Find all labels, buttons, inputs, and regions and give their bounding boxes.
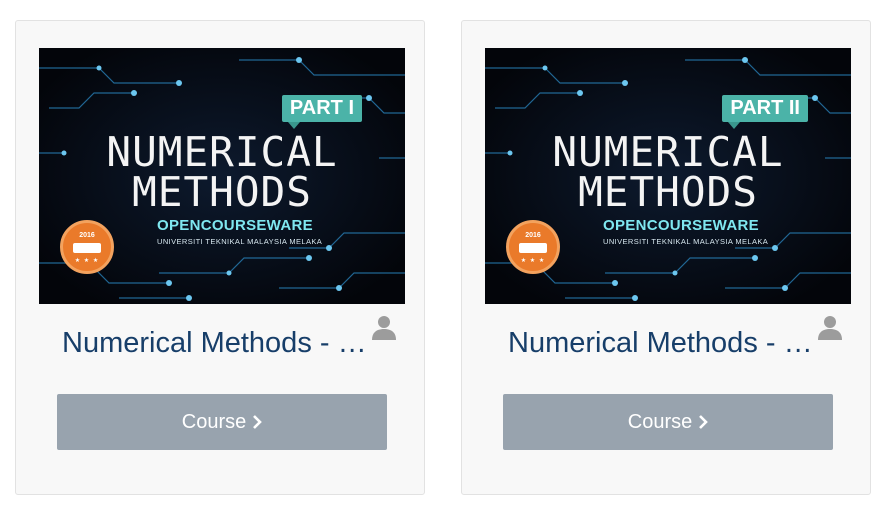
- course-title[interactable]: Numerical Methods - Part II: [508, 327, 818, 360]
- badge-year: 2016: [525, 232, 541, 239]
- part-tag: PART I: [281, 95, 362, 129]
- thumbnail-title-line: METHODS: [132, 168, 312, 216]
- badge-seal: 2016 ★ ★ ★: [60, 220, 114, 274]
- course-title[interactable]: Numerical Methods - Part I: [62, 327, 372, 360]
- badge-seal: 2016 ★ ★ ★: [506, 220, 560, 274]
- badge-stars: ★ ★ ★: [520, 258, 546, 264]
- badge-stars: ★ ★ ★: [74, 258, 100, 264]
- course-button[interactable]: Course: [57, 394, 387, 450]
- course-button-label: Course: [181, 410, 247, 433]
- course-thumbnail[interactable]: NUMERICAL METHODS PART II OPENCOURSEWARE…: [485, 48, 851, 304]
- university-text: UNIVERSITI TEKNIKAL MALAYSIA MELAKA: [603, 237, 769, 246]
- course-card: NUMERICAL METHODS PART II OPENCOURSEWARE…: [461, 20, 871, 495]
- cc-icon: [519, 243, 547, 253]
- course-thumbnail[interactable]: NUMERICAL METHODS PART I OPENCOURSEWARE …: [39, 48, 405, 304]
- cc-icon: [73, 243, 101, 253]
- user-icon[interactable]: [817, 314, 843, 340]
- course-button-label: Course: [627, 410, 693, 433]
- chevron-right-icon: [252, 415, 263, 429]
- part-tag: PART II: [722, 95, 808, 129]
- chevron-right-icon: [698, 415, 709, 429]
- university-text: UNIVERSITI TEKNIKAL MALAYSIA MELAKA: [157, 237, 323, 246]
- user-icon[interactable]: [371, 314, 397, 340]
- course-card: NUMERICAL METHODS PART I OPENCOURSEWARE …: [15, 20, 425, 495]
- thumbnail-title-line: METHODS: [578, 168, 758, 216]
- course-button[interactable]: Course: [503, 394, 833, 450]
- brand-text: OPENCOURSEWARE: [157, 217, 313, 234]
- badge-year: 2016: [79, 232, 95, 239]
- brand-text: OPENCOURSEWARE: [603, 217, 759, 234]
